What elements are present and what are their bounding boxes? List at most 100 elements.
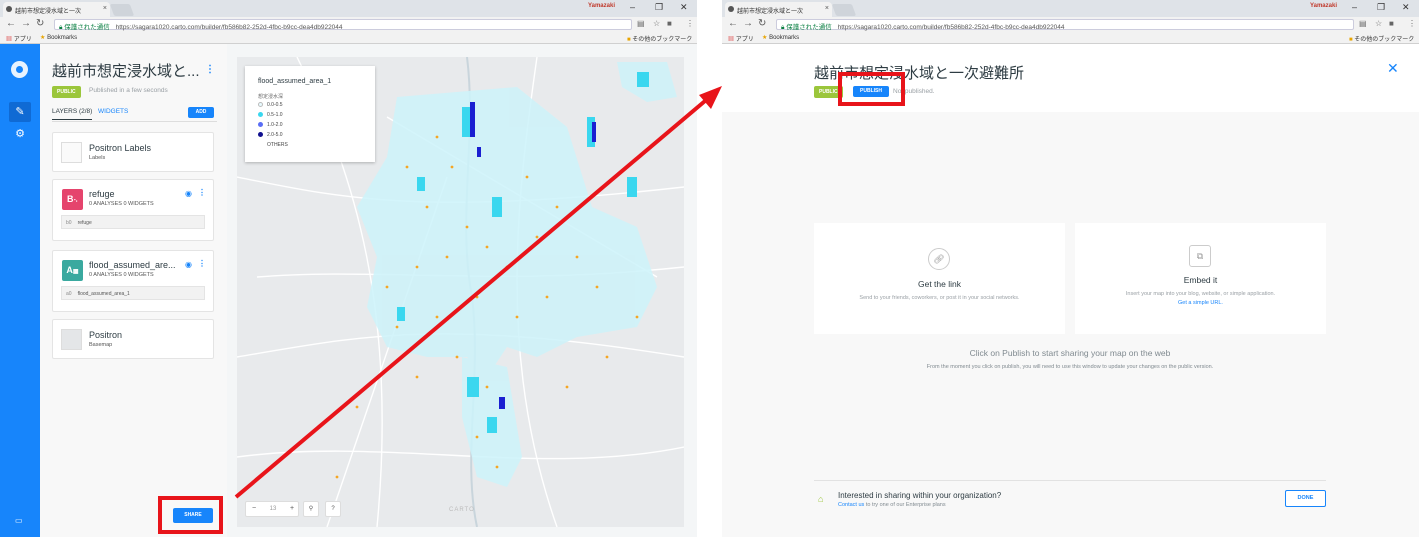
layer-source[interactable]: b0 refuge xyxy=(61,215,205,229)
close-window-icon[interactable]: ✕ xyxy=(680,2,688,13)
org-subtext: Contact us to try one of our Enterprise … xyxy=(838,502,946,508)
forward-icon[interactable]: → xyxy=(743,18,753,29)
translate-icon[interactable]: ▤ xyxy=(637,19,645,28)
new-tab-button[interactable] xyxy=(109,4,135,16)
get-link-card[interactable]: 🔗︎ Get the link Send to your friends, co… xyxy=(814,223,1065,334)
secure-label: 保護された通信 xyxy=(64,24,110,31)
link-icon: 🔗︎ xyxy=(928,248,950,270)
close-icon[interactable]: ✕ xyxy=(1387,60,1399,77)
edit-icon[interactable]: ✎ xyxy=(9,102,31,122)
star-icon[interactable]: ☆ xyxy=(1375,19,1382,28)
folder-icon: ■ xyxy=(627,37,631,43)
layer-counts: 0 ANALYSES 0 WIDGETS xyxy=(89,272,154,278)
layer-card-positron[interactable]: Positron Basemap xyxy=(52,319,214,359)
card-title: Get the link xyxy=(918,279,961,289)
bookmarks-bar: ▦ アプリ ★ Bookmarks ■ その他のブックマーク xyxy=(0,32,697,44)
map-title[interactable]: 越前市想定浸水域と... xyxy=(52,60,200,81)
legend-item: 2.0-5.0 xyxy=(258,132,283,138)
annotation-arrow-head xyxy=(699,86,722,109)
card-desc: Insert your map into your blog, website,… xyxy=(1125,291,1276,297)
url-text: https://sagara1020.carto.com/builder/fb5… xyxy=(115,24,343,31)
minimize-icon[interactable]: – xyxy=(630,2,635,12)
apps-grid-icon: ▦ xyxy=(728,37,735,43)
close-window-icon[interactable]: ✕ xyxy=(1402,2,1410,13)
layer-options-icon[interactable]: ⋮ xyxy=(198,188,206,197)
simple-url-link[interactable]: Get a simple URL. xyxy=(1075,300,1326,306)
labels-thumbnail-icon xyxy=(61,142,82,163)
title-bar: 越前市想定浸水域と一次 × Yamazaki – ❐ ✕ xyxy=(0,0,697,17)
embed-card[interactable]: ⧉ Embed it Insert your map into your blo… xyxy=(1075,223,1326,334)
tab-widgets[interactable]: WIDGETS xyxy=(98,108,128,115)
menu-icon[interactable]: ⋮ xyxy=(1408,19,1416,28)
legend-title: flood_assumed_area_1 xyxy=(258,78,332,85)
bookmark-other[interactable]: ■ その他のブックマーク xyxy=(1349,34,1414,43)
layer-card-refuge[interactable]: B⠢ refuge 0 ANALYSES 0 WIDGETS ◉ ⋮ b0 ref… xyxy=(52,179,214,241)
extension-icon[interactable]: ■ xyxy=(667,19,672,28)
tab-close-icon[interactable]: × xyxy=(103,5,107,12)
map-options-icon[interactable]: ⋮ xyxy=(205,64,215,75)
bookmark-bookmarks[interactable]: ★ Bookmarks xyxy=(40,34,77,41)
address-bar[interactable]: 🔒︎ 保護された通信 https://sagara1020.carto.com/… xyxy=(776,19,1354,31)
public-badge: PUBLIC xyxy=(52,86,81,98)
reload-icon[interactable]: ↻ xyxy=(36,18,44,29)
forward-icon[interactable]: → xyxy=(21,18,31,29)
tab-close-icon[interactable]: × xyxy=(825,5,829,12)
search-icon[interactable]: ⚲ xyxy=(303,501,319,517)
add-layer-button[interactable]: ADD xyxy=(188,107,214,118)
layer-name: Positron Labels xyxy=(89,143,152,153)
browser-tab[interactable]: 越前市想定浸水域と一次 × xyxy=(3,2,110,17)
bookmark-apps[interactable]: ▦ アプリ xyxy=(728,34,754,43)
tab-layers[interactable]: LAYERS (2/8) xyxy=(52,108,93,120)
bookmark-apps[interactable]: ▦ アプリ xyxy=(6,34,32,43)
extension-icon[interactable]: ■ xyxy=(1389,19,1394,28)
back-icon[interactable]: ← xyxy=(6,18,16,29)
layer-options-icon[interactable]: ⋮ xyxy=(198,259,206,268)
star-icon[interactable]: ☆ xyxy=(653,19,660,28)
done-button[interactable]: DONE xyxy=(1285,490,1326,507)
carto-logo-icon[interactable] xyxy=(11,61,28,78)
zoom-control: − 13 + xyxy=(245,501,299,517)
map[interactable]: flood_assumed_area_1 想定浸水深 0.0-0.5 0.5-1… xyxy=(237,57,684,527)
legend-item: 0.5-1.0 xyxy=(258,112,283,118)
builder: ✎ ⚙ ▭ 越前市想定浸水域と... ⋮ PUBLIC Published in… xyxy=(0,44,697,537)
layer-name: flood_assumed_are... xyxy=(89,260,176,270)
organization-icon: ⌂ xyxy=(818,494,824,504)
maximize-icon[interactable]: ❐ xyxy=(655,2,663,13)
visibility-eye-icon[interactable]: ◉ xyxy=(185,189,192,198)
settings-sliders-icon[interactable]: ⚙ xyxy=(9,124,31,144)
star-bookmark-icon: ★ xyxy=(762,35,768,41)
bookmark-bookmarks[interactable]: ★ Bookmarks xyxy=(762,34,799,41)
profile-name[interactable]: Yamazaki xyxy=(1310,3,1337,9)
layer-source[interactable]: a0 flood_assumed_area_1 xyxy=(61,286,205,300)
back-icon[interactable]: ← xyxy=(728,18,738,29)
org-question: Interested in sharing within your organi… xyxy=(838,491,1002,500)
omnibar: ← → ↻ 🔒︎ 保護された通信 https://sagara1020.cart… xyxy=(0,17,697,32)
layer-card-flood[interactable]: A▦ flood_assumed_are... 0 ANALYSES 0 WID… xyxy=(52,250,214,312)
layer-card-positron-labels[interactable]: Positron Labels Labels xyxy=(52,132,214,172)
layer-type: Basemap xyxy=(89,342,113,348)
visibility-eye-icon[interactable]: ◉ xyxy=(185,260,192,269)
help-button[interactable]: ? xyxy=(325,501,341,517)
address-bar[interactable]: 🔒︎ 保護された通信 https://sagara1020.carto.com/… xyxy=(54,19,632,31)
legend-item: OTHERS xyxy=(258,142,288,148)
contact-us-link[interactable]: Contact us xyxy=(838,502,864,508)
browser-tab[interactable]: 越前市想定浸水域と一次 × xyxy=(725,2,832,17)
minimize-icon[interactable]: – xyxy=(1352,2,1357,12)
published-note: Published in a few seconds xyxy=(89,87,168,94)
zoom-level: 13 xyxy=(269,506,277,512)
translate-icon[interactable]: ▤ xyxy=(1359,19,1367,28)
maximize-icon[interactable]: ❐ xyxy=(1377,2,1385,13)
title-bar: 越前市想定浸水域と一次 × Yamazaki – ❐ ✕ xyxy=(722,0,1419,17)
zoom-in-button[interactable]: + xyxy=(284,502,300,516)
layer-type: Labels xyxy=(89,155,106,161)
new-tab-button[interactable] xyxy=(831,4,857,16)
bookmark-other[interactable]: ■ その他のブックマーク xyxy=(627,34,692,43)
chat-icon[interactable]: ▭ xyxy=(15,516,23,525)
folder-icon: ■ xyxy=(1349,37,1353,43)
reload-icon[interactable]: ↻ xyxy=(758,18,766,29)
lock-icon: 🔒︎ xyxy=(781,24,785,31)
menu-icon[interactable]: ⋮ xyxy=(686,19,694,28)
tab-title: 越前市想定浸水域と一次 xyxy=(15,9,82,15)
profile-name[interactable]: Yamazaki xyxy=(588,3,615,9)
zoom-out-button[interactable]: − xyxy=(246,502,262,516)
